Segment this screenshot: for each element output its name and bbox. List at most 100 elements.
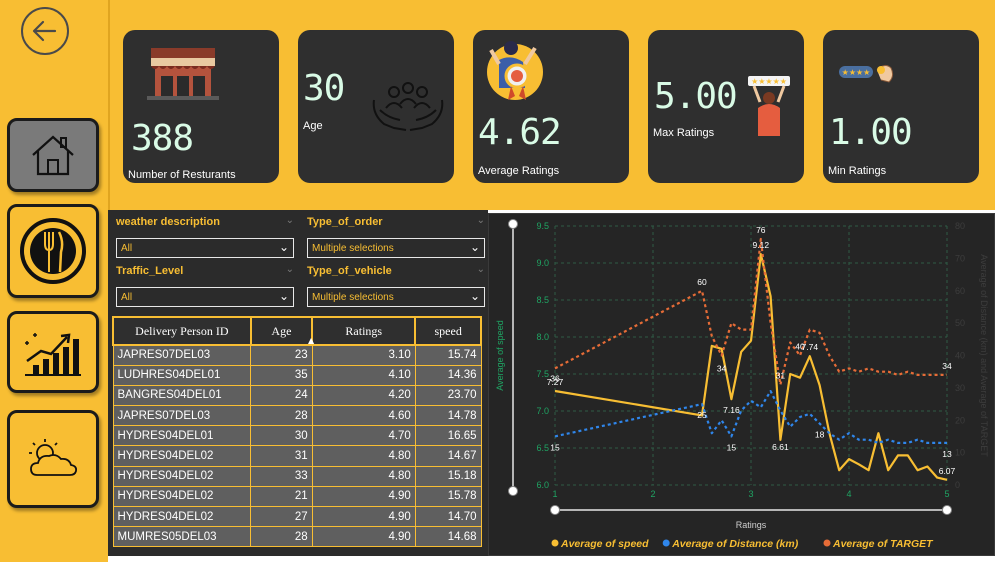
y-tick-label: 9.5 [536,221,549,231]
slider-handle[interactable] [942,505,952,515]
slicer-title: Type_of_order [307,216,383,228]
hands-people-icon [372,82,444,131]
slider-handle[interactable] [508,219,518,229]
table-cell: 14.36 [414,364,482,386]
table-cell: 14.67 [414,445,482,467]
data-label: 36 [550,373,560,383]
y-tick-label: 7.0 [536,406,549,416]
kpi-label: Number of Resturants [128,169,236,181]
kpi-card-max-ratings: 5.00 Max Ratings ★★★★★ [648,30,804,183]
y-tick-label: 6.0 [536,480,549,490]
weather-nav-button[interactable] [7,410,99,508]
chevron-down-icon: ⌄ [469,289,480,303]
kpi-label: Age [303,120,323,132]
home-nav-button[interactable] [7,118,99,192]
table-row[interactable]: JAPRES07DEL03 23 3.10 15.74 [112,344,482,366]
table-row[interactable]: BANGRES04DEL01 24 4.20 23.70 [112,384,482,407]
filter-panel: weather description ⌄ All ⌄ Type_of_orde… [108,210,488,314]
column-header[interactable]: Age [249,316,314,346]
y2-tick-label: 30 [955,383,965,393]
chevron-down-icon: ⌄ [469,240,480,254]
column-header[interactable]: Delivery Person ID [112,316,252,346]
analytics-nav-button[interactable] [7,311,99,393]
slider-handle[interactable] [508,486,518,496]
legend-marker [662,539,670,547]
data-label: 76 [756,225,766,235]
chevron-down-icon[interactable]: ⌄ [286,215,294,226]
y-tick-label: 9.0 [536,258,549,268]
table-row[interactable]: HYDRES04DEL02 21 4.90 15.78 [112,485,482,508]
dropdown-value: Multiple selections [312,243,394,254]
sort-ascending-icon[interactable]: ▲ [308,336,314,345]
slicer-vehicle-type[interactable]: Type_of_vehicle ⌄ Multiple selections ⌄ [305,262,489,310]
weather-dropdown[interactable]: All ⌄ [116,238,294,258]
data-label: 13 [942,449,952,459]
table-cell: 35 [250,364,313,386]
kpi-card-restaurants: 388 Number of Resturants [123,30,279,183]
data-label: 25 [697,410,707,420]
chevron-down-icon[interactable]: ⌄ [477,264,485,275]
kpi-card-age: 30 Age [298,30,454,183]
kpi-value: 4.62 [478,112,562,153]
table-cell: 4.80 [311,465,416,487]
kpi-label: Max Ratings [653,127,715,139]
table-cell: 4.70 [311,425,416,447]
x-axis-title: Ratings [736,520,767,530]
series-line-2[interactable] [554,390,947,444]
back-arrow-icon[interactable] [21,7,69,55]
award-person-icon [487,41,543,100]
table-cell: 14.68 [414,526,482,548]
y-tick-label: 8.0 [536,332,549,342]
data-label: 34 [717,364,727,374]
weather-icon [29,439,78,476]
x-tick-label: 3 [748,489,753,499]
slicer-weather[interactable]: weather description ⌄ All ⌄ [114,213,298,261]
table-cell: 15.78 [414,485,482,508]
table-row[interactable]: JAPRES07DEL03 28 4.60 14.78 [112,405,482,427]
table-cell: 23.70 [414,384,482,407]
legend-marker [551,539,559,547]
y2-tick-label: 80 [955,221,965,231]
ratings-chart-panel: 6.0 6.5 7.0 7.5 8.0 8.5 9.0 9.5 0 10 20 30 40 50 60 70 8… [488,213,995,556]
table-cell: MUMRES05DEL03 [112,526,252,548]
table-cell: 4.10 [311,364,416,386]
slicer-title: Traffic_Level [116,265,184,277]
table-row[interactable]: HYDRES04DEL02 27 4.90 14.70 [112,505,482,528]
home-icon [32,135,74,176]
table-row[interactable]: MUMRES05DEL03 28 4.90 14.68 [112,526,482,548]
slicer-order-type[interactable]: Type_of_order ⌄ Multiple selections ⌄ [305,213,489,261]
table-cell: 4.60 [311,405,416,427]
y2-tick-label: 40 [955,351,965,361]
bottom-strip [108,556,995,562]
column-header[interactable]: speed [414,316,482,346]
order-type-dropdown[interactable]: Multiple selections ⌄ [307,238,485,258]
y2-tick-label: 70 [955,253,965,263]
table-cell: 4.20 [311,384,416,407]
data-label: 18 [815,429,825,439]
slicer-traffic-level[interactable]: Traffic_Level ⌄ All ⌄ [114,262,298,310]
table-row[interactable]: HYDRES04DEL02 33 4.80 15.18 [112,465,482,487]
data-label: 15 [727,442,737,452]
table-row[interactable]: HYDRES04DEL01 30 4.70 16.65 [112,425,482,447]
table-cell: 4.90 [311,485,416,508]
y2-tick-label: 10 [955,448,965,458]
chevron-down-icon[interactable]: ⌄ [477,215,485,226]
table-row[interactable]: HYDRES04DEL02 31 4.80 14.67 [112,445,482,467]
restaurant-nav-button[interactable] [7,204,99,298]
slicer-title: Type_of_vehicle [307,265,392,277]
table-cell: LUDHRES04DEL01 [112,364,252,386]
y-axis-title: Average of speed [495,320,505,390]
table-row[interactable]: LUDHRES04DEL01 35 4.10 14.36 [112,364,482,386]
growth-chart-icon [25,333,81,376]
column-header[interactable]: Ratings [311,316,417,346]
kpi-label: Min Ratings [828,165,887,177]
traffic-level-dropdown[interactable]: All ⌄ [116,287,294,307]
chevron-down-icon[interactable]: ⌄ [286,264,294,275]
y-tick-label: 8.5 [536,295,549,305]
slider-handle[interactable] [550,505,560,515]
chevron-down-icon: ⌄ [278,289,289,303]
delivery-table-panel: Delivery Person ID Age Ratings speed JAP… [108,314,488,562]
table-cell: 23 [250,344,313,366]
table-cell: 27 [250,505,313,528]
vehicle-type-dropdown[interactable]: Multiple selections ⌄ [307,287,485,307]
